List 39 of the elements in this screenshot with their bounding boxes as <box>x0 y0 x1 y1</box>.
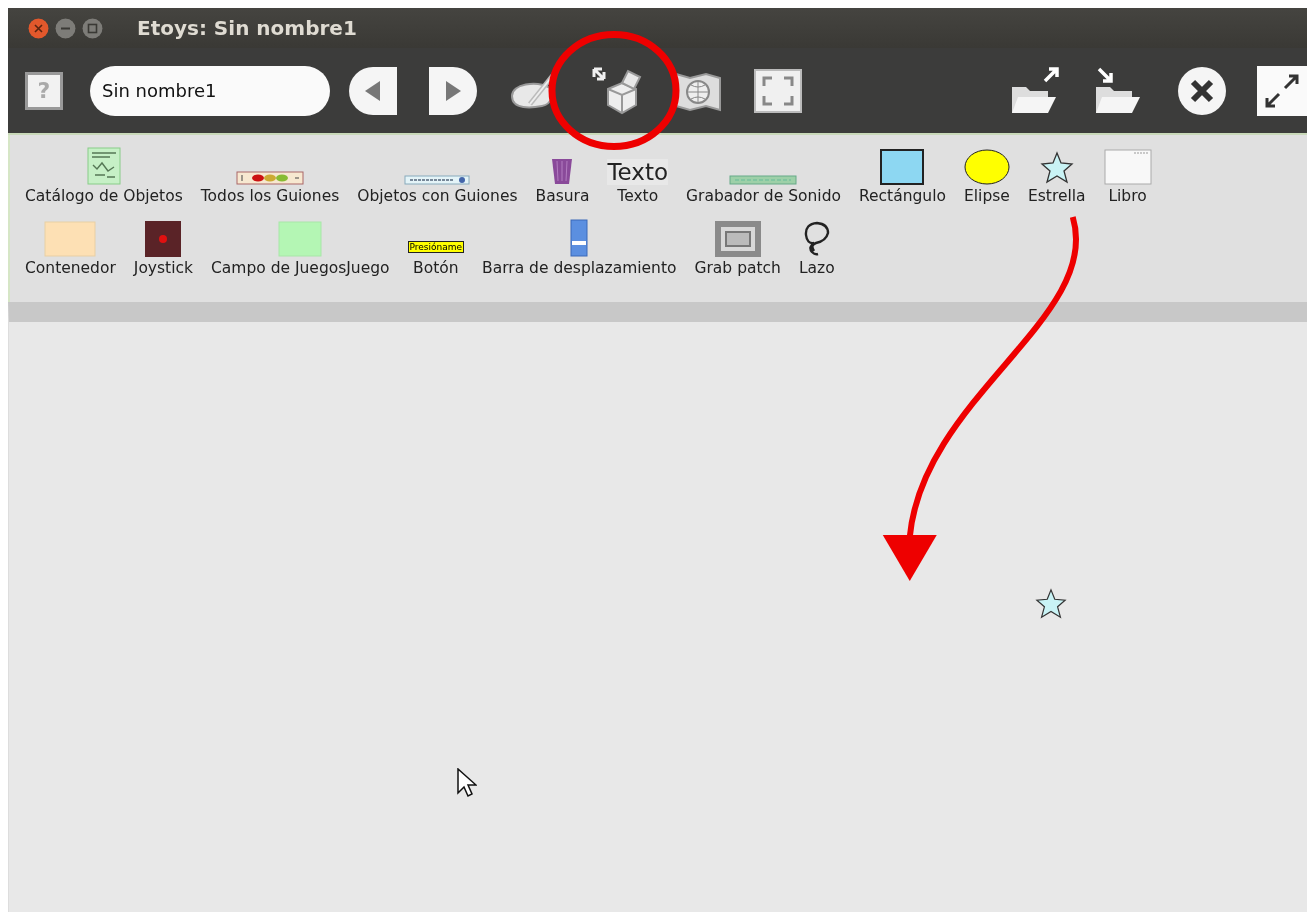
project-name-field[interactable]: Sin nombre1 <box>90 65 330 116</box>
star-shape[interactable] <box>1035 588 1067 620</box>
minimize-window-icon[interactable] <box>55 17 76 39</box>
supply-label[interactable]: Libro <box>1108 187 1147 205</box>
script-tile-icon[interactable] <box>404 175 471 185</box>
catalog-thumbnail-icon[interactable] <box>86 147 121 185</box>
maximize-window-icon[interactable] <box>82 17 103 39</box>
ellipse-icon[interactable] <box>963 149 1010 185</box>
playfield-icon[interactable] <box>278 221 323 257</box>
supply-label[interactable]: Botón <box>413 259 459 277</box>
star-icon[interactable] <box>1039 151 1074 185</box>
supply-label[interactable]: Objetos con Guiones <box>357 187 518 205</box>
fullscreen-icon[interactable] <box>754 68 802 113</box>
next-page-icon[interactable] <box>428 65 478 116</box>
supply-label[interactable]: Grabador de Sonido <box>686 187 841 205</box>
supply-label[interactable]: Todos los Guiones <box>200 187 340 205</box>
supply-label[interactable]: Joystick <box>133 259 193 277</box>
supply-label[interactable]: Lazo <box>798 259 835 277</box>
grab-patch-icon[interactable] <box>714 221 761 257</box>
supply-label[interactable]: Catálogo de Objetos <box>25 187 183 205</box>
button-sample[interactable]: Presióname <box>407 241 465 253</box>
supply-label[interactable]: Barra de desplazamiento <box>482 259 677 277</box>
close-window-icon[interactable] <box>28 17 49 39</box>
rectangle-icon[interactable] <box>880 149 925 185</box>
mouse-pointer-icon <box>457 768 477 798</box>
script-tile-icon[interactable] <box>236 171 304 185</box>
supply-label[interactable]: Elipse <box>964 187 1010 205</box>
supply-label[interactable]: Texto <box>617 187 659 205</box>
supply-label[interactable]: Rectángulo <box>858 187 946 205</box>
window-title: Etoys: Sin nombre1 <box>137 16 357 40</box>
joystick-icon[interactable] <box>145 221 182 257</box>
supply-label[interactable]: Contenedor <box>25 259 116 277</box>
scrollbar-icon[interactable] <box>570 219 589 257</box>
text-sample[interactable]: Texto <box>607 159 669 185</box>
supply-label[interactable]: Grab patch <box>694 259 781 277</box>
supply-label[interactable]: Basura <box>535 187 590 205</box>
previous-page-icon[interactable] <box>348 65 398 116</box>
supply-label[interactable]: Estrella <box>1027 187 1086 205</box>
supply-label[interactable]: Campo de JuegosJuego <box>211 259 390 277</box>
